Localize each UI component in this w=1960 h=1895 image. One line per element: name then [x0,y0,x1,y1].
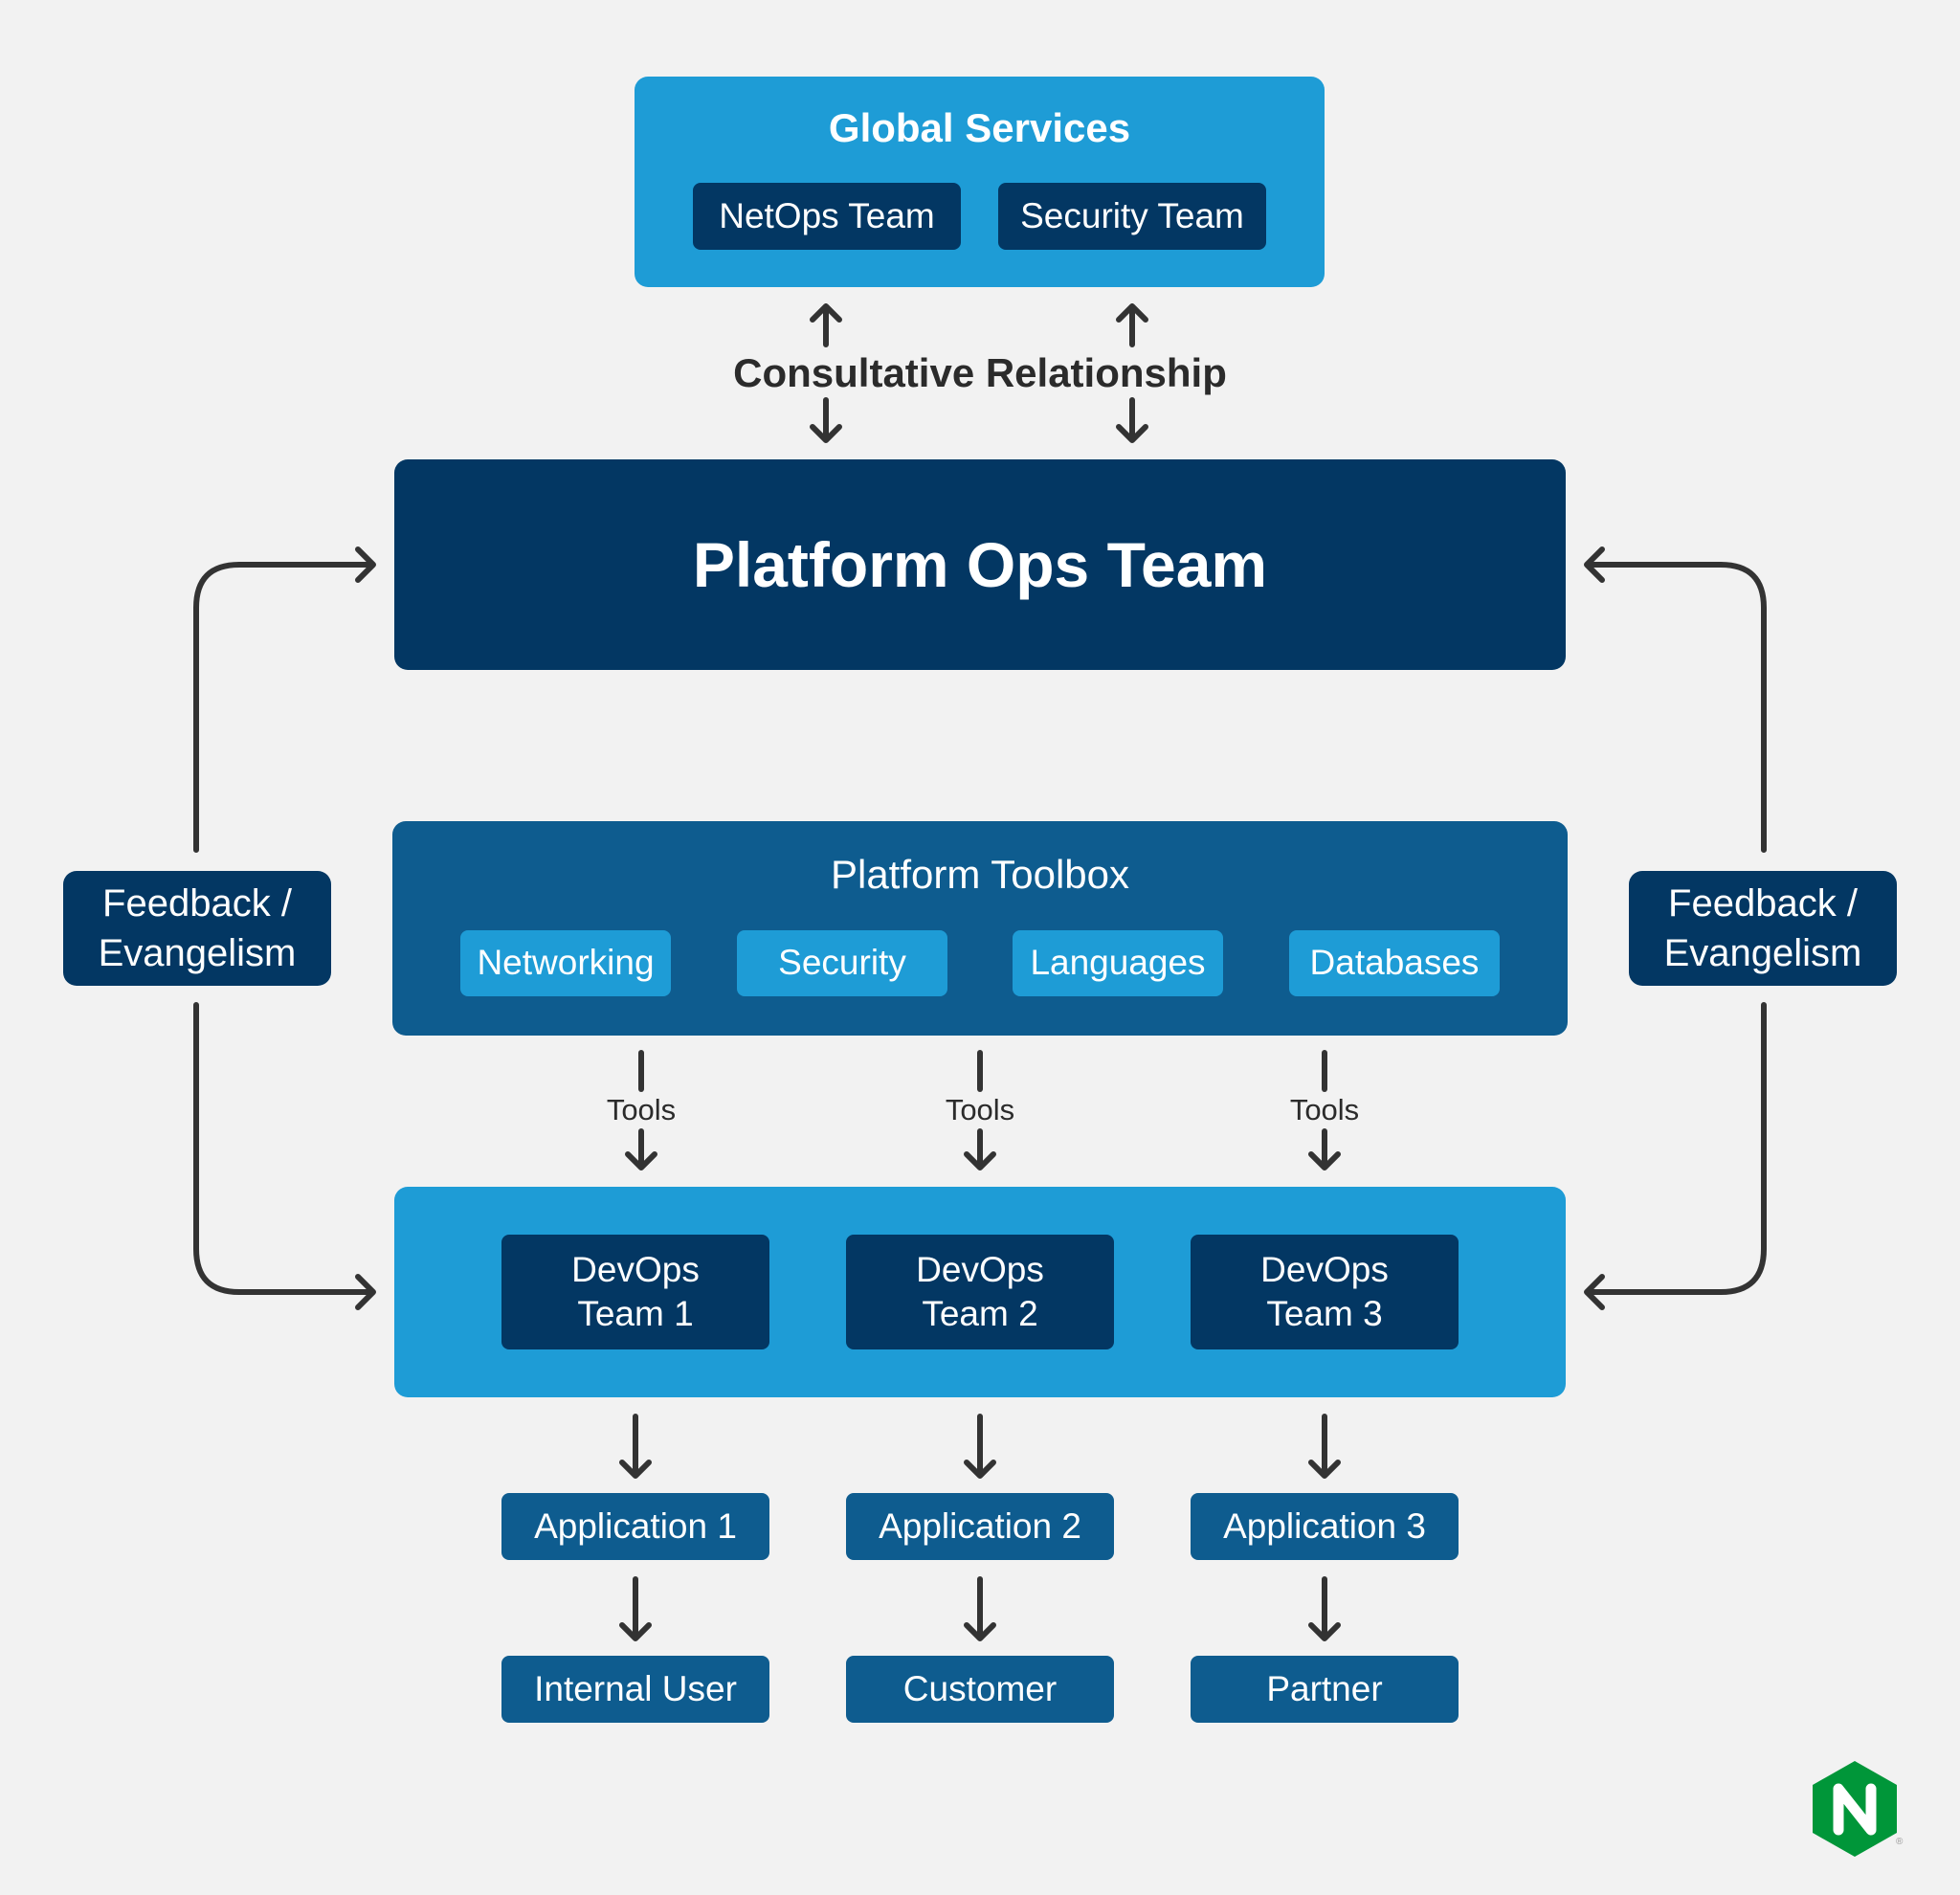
nginx-logo: ® [1812,1760,1907,1858]
toolbox-item-languages: Languages [1013,930,1223,996]
tools-label-2: Tools [945,1093,1015,1126]
feedback-left-down-line [193,1002,376,1310]
arrow-down-security [1116,397,1148,443]
devops-teams-box: DevOps Team 1 DevOps Team 2 DevOps Team … [394,1187,1566,1397]
devops-team-1: DevOps Team 1 [501,1235,769,1349]
arrow-app1-user [619,1576,652,1641]
feedback-right-line1: Feedback / [1668,882,1858,925]
tools-label-3: Tools [1289,1093,1360,1126]
platform-toolbox-box: Platform Toolbox Networking Security Lan… [392,821,1568,1036]
platform-ops-title: Platform Ops Team [692,529,1268,600]
feedback-right-down-line [1584,1002,1767,1310]
toolbox-item-security: Security [737,930,947,996]
tools-arrow-2 [964,1128,996,1170]
arrow-team1-app1 [619,1414,652,1479]
devops-team-1-line2: Team 1 [577,1294,694,1333]
internal-user-box: Internal User [501,1656,769,1723]
platform-ops-team-box: Platform Ops Team [394,459,1566,670]
arrow-up-security [1116,303,1148,347]
application-3-box: Application 3 [1191,1493,1459,1560]
feedback-right-box: Feedback / Evangelism [1629,871,1897,986]
tools-label-1: Tools [606,1093,677,1126]
arrow-team3-app3 [1308,1414,1341,1479]
feedback-right-line2: Evangelism [1663,932,1862,974]
devops-team-3-line1: DevOps [1260,1249,1389,1289]
customer-box: Customer [846,1656,1114,1723]
platform-toolbox-title: Platform Toolbox [830,852,1130,897]
feedback-left-box: Feedback / Evangelism [63,871,331,986]
tools-arrow-1 [625,1128,657,1170]
arrow-up-netops [810,303,842,347]
devops-team-3-line2: Team 3 [1266,1294,1383,1333]
registered-mark: ® [1896,1837,1904,1847]
partner-box: Partner [1191,1656,1459,1723]
devops-team-2-line2: Team 2 [922,1294,1038,1333]
devops-team-2-line1: DevOps [916,1249,1044,1289]
devops-team-3: DevOps Team 3 [1191,1235,1459,1349]
arrow-app2-customer [964,1576,996,1641]
toolbox-item-databases: Databases [1289,930,1500,996]
feedback-right-up-line [1584,546,1767,853]
toolbox-item-networking: Networking [460,930,671,996]
security-team-box: Security Team [998,183,1266,250]
global-services-title: Global Services [828,105,1131,150]
feedback-left-line1: Feedback / [102,882,292,925]
arrow-app3-partner [1308,1576,1341,1641]
feedback-left-up-line [193,546,376,853]
netops-team-box: NetOps Team [693,183,961,250]
arrow-team2-app2 [964,1414,996,1479]
global-services-box: Global Services NetOps Team Security Tea… [635,77,1325,287]
application-1-box: Application 1 [501,1493,769,1560]
arrow-down-netops [810,397,842,443]
devops-team-2: DevOps Team 2 [846,1235,1114,1349]
nginx-hexagon-icon [1813,1761,1897,1857]
tools-arrow-3 [1308,1128,1341,1170]
devops-team-1-line1: DevOps [571,1249,700,1289]
application-2-box: Application 2 [846,1493,1114,1560]
consultative-relationship-label: Consultative Relationship [733,350,1227,395]
feedback-left-line2: Evangelism [98,932,297,974]
